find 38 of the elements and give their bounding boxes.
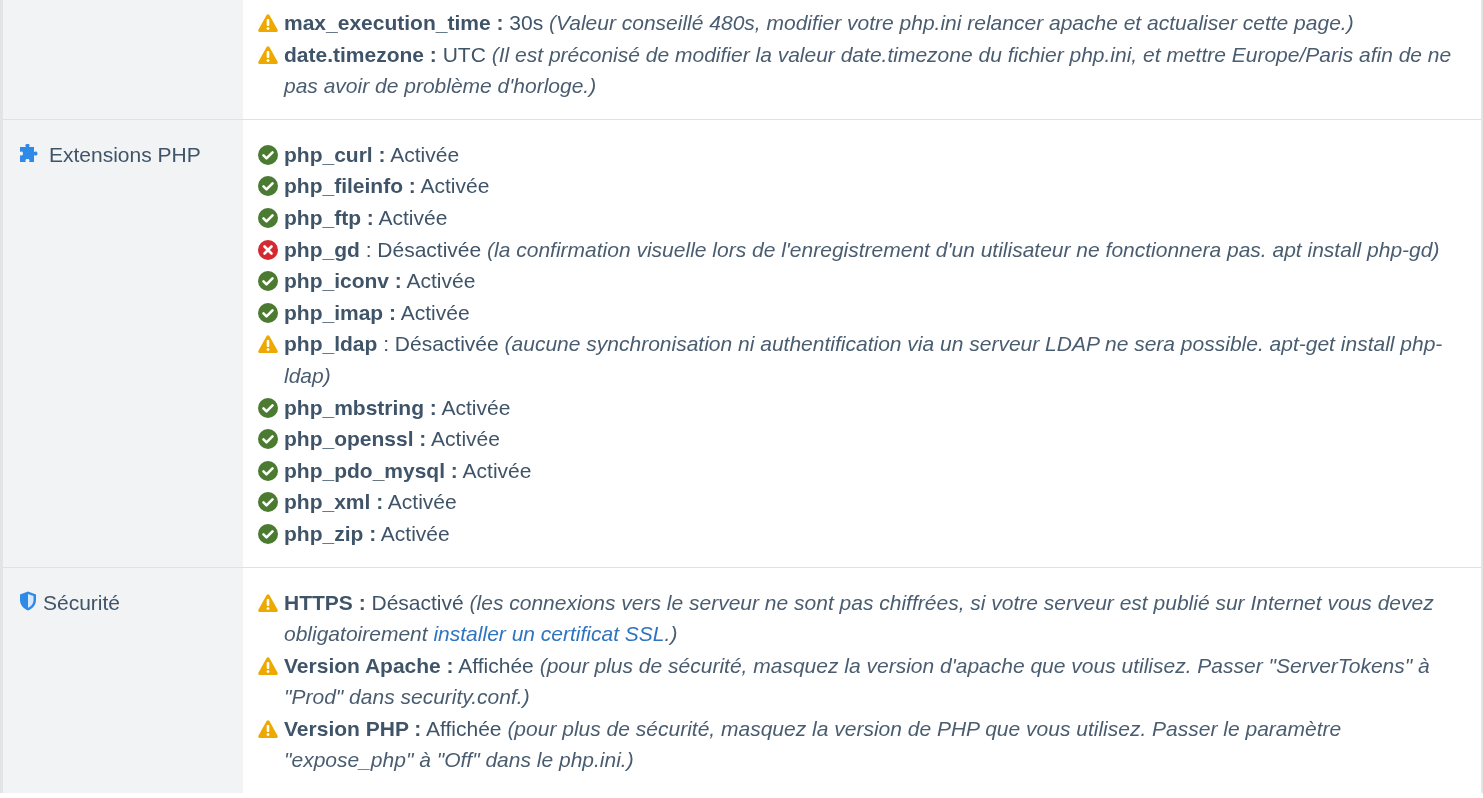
- warning-icon: [258, 718, 278, 739]
- status-line: Version Apache : Affichée (pour plus de sécurité, masquez la version d'apache que vous utilisez. Passer "ServerTokens" à "Prod" dans security.conf.): [284, 652, 1431, 711]
- status-line: php_pdo_mysql : Activée: [284, 457, 532, 484]
- status-line: php_mbstring : Activée: [284, 394, 511, 421]
- check-icon: [258, 207, 278, 228]
- status-line: php_iconv : Activée: [284, 268, 476, 295]
- warning-icon: [258, 592, 278, 613]
- check-icon: [258, 429, 278, 450]
- status-line: php_xml : Activée: [284, 489, 457, 516]
- check-icon: [258, 397, 278, 418]
- check-icon: [258, 176, 278, 197]
- check-icon: [258, 271, 278, 292]
- warning-icon: [258, 44, 278, 65]
- status-line: php_fileinfo : Activée: [284, 173, 490, 200]
- status-line: max_execution_time : 30s (Valeur conseillé 480s, modifier votre php.ini relancer apache et actualiser cette page.): [284, 10, 1354, 36]
- warning-icon: [258, 655, 278, 676]
- check-icon: [258, 460, 278, 481]
- section-label: Extensions PHP: [49, 141, 201, 168]
- status-line: php_curl : Activée: [284, 141, 460, 168]
- section-label: Sécurité: [43, 589, 121, 616]
- check-icon: [258, 492, 278, 513]
- status-line: php_ldap : Désactivée (aucune synchronisation ni authentification via un serveur LDAP ne sera possible. apt-get install php-ldap): [284, 331, 1444, 389]
- error-icon: [258, 239, 278, 260]
- status-line: php_gd : Désactivée (la confirmation visuelle lors de l'enregistrement d'un utilisateur ne fonctionnera pas. apt install php-gd): [284, 236, 1440, 263]
- status-line: HTTPS : Désactivé (les connexions vers le serveur ne sont pas chiffrées, si votre serveur est publié sur Internet vous devez obligatoirement installer un certificat SSL.): [284, 589, 1435, 648]
- status-line: php_imap : Activée: [284, 299, 470, 326]
- warning-icon: [258, 13, 278, 33]
- check-icon: [258, 302, 278, 323]
- status-line: Version PHP : Affichée (pour plus de sécurité, masquez la version de PHP que vous utilisez. Passer le paramètre "expose_php" à "Off" dans le php.ini.): [284, 715, 1343, 774]
- status-line: php_zip : Activée: [284, 520, 450, 547]
- ssl-link[interactable]: installer un certificat SSL: [433, 622, 665, 646]
- warning-icon: [258, 334, 278, 355]
- check-icon: [258, 144, 278, 165]
- status-line: php_openssl : Activée: [284, 426, 500, 453]
- status-line: date.timezone : UTC (Il est préconisé de modifier la valeur date.timezone du fichier php.ini, et mettre Europe/Paris afin de ne pas avoir de problème d'horloge.): [284, 41, 1453, 100]
- status-line: php_ftp : Activée: [284, 204, 448, 231]
- check-icon: [258, 523, 278, 544]
- shield-icon: [19, 590, 37, 611]
